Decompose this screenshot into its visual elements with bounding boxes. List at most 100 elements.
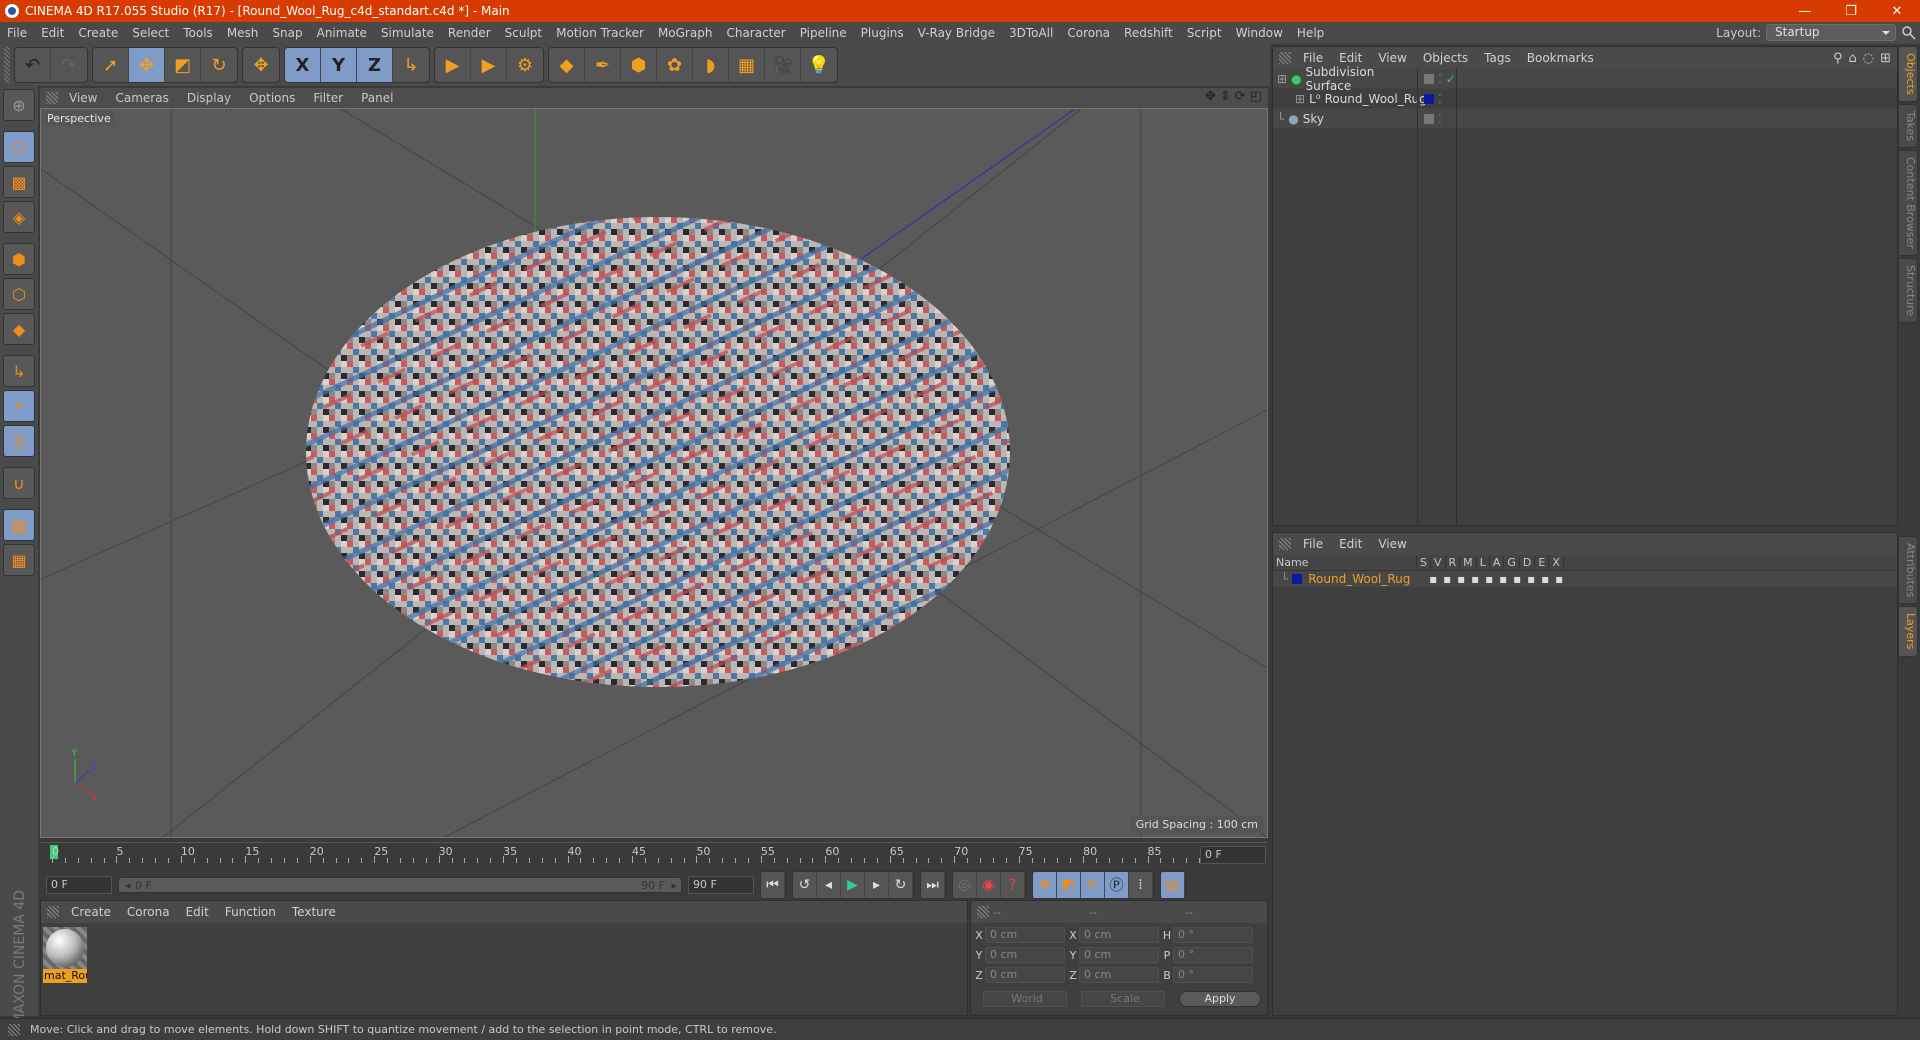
key-rotation-icon[interactable]: ↻ <box>1081 872 1105 898</box>
lock-icon[interactable]: ▪ <box>1482 572 1496 586</box>
key-parameter-icon[interactable]: Ⓟ <box>1105 872 1129 898</box>
object-row[interactable]: ⊞ L⁰ Round_Wool_Rug ⁚ <box>1273 89 1897 109</box>
scale-icon[interactable]: ◩ <box>165 48 201 82</box>
texture-mode-icon[interactable]: ▩ <box>3 166 35 198</box>
layer-column-v[interactable]: V <box>1431 556 1446 569</box>
key-scale-icon[interactable]: ◩ <box>1057 872 1081 898</box>
solo-icon[interactable]: ▪ <box>1426 572 1440 586</box>
layout-dropdown[interactable]: Startup <box>1766 24 1896 41</box>
rotate-icon[interactable]: ↻ <box>201 48 237 82</box>
polygons-mode-icon[interactable]: ◆ <box>3 313 35 345</box>
restore-button[interactable]: ❐ <box>1828 0 1874 22</box>
expand-icon[interactable]: ⊞ <box>1295 92 1305 106</box>
position-field[interactable]: 0 cm <box>985 947 1065 963</box>
menu-v-ray-bridge[interactable]: V-Ray Bridge <box>911 26 1002 40</box>
cube-icon[interactable]: ◆ <box>549 48 585 82</box>
side-tab-takes[interactable]: Takes <box>1898 103 1918 148</box>
layer-column-r[interactable]: R <box>1446 556 1461 569</box>
visibility-dots-icon[interactable]: ⁚ <box>1438 72 1442 86</box>
layer-menu-view[interactable]: View <box>1370 537 1414 551</box>
lock-workplane-icon[interactable]: ▦ <box>3 509 35 541</box>
x-axis-lock-icon[interactable]: X <box>285 48 321 82</box>
apply-button[interactable]: Apply <box>1179 991 1261 1007</box>
edges-mode-icon[interactable]: ⬡ <box>3 278 35 310</box>
next-key-icon[interactable]: ↻ <box>889 872 913 898</box>
menu-create[interactable]: Create <box>71 26 125 40</box>
toolbar-grip[interactable] <box>4 47 10 83</box>
object-menu-edit[interactable]: Edit <box>1331 51 1370 65</box>
rotation-field[interactable]: 0 ° <box>1173 947 1253 963</box>
viewport-menu-cameras[interactable]: Cameras <box>106 91 177 105</box>
object-row[interactable]: ⊞ ● Subdivision Surface ⁚ ✓ <box>1273 65 1897 93</box>
pen-icon[interactable]: ✒ <box>585 48 621 82</box>
panel-grip[interactable] <box>47 906 59 918</box>
menu-simulate[interactable]: Simulate <box>374 26 441 40</box>
live-selection-icon[interactable]: ➚ <box>93 48 129 82</box>
layer-column-l[interactable]: L <box>1477 556 1490 569</box>
search-icon[interactable]: ⚲ <box>1833 51 1843 66</box>
array-icon[interactable]: ✿ <box>657 48 693 82</box>
layer-column-a[interactable]: A <box>1490 556 1505 569</box>
timeline-ruler[interactable]: 051015202530354045505560657075808590 <box>40 842 1268 866</box>
viewport-menu-filter[interactable]: Filter <box>304 91 352 105</box>
light-icon[interactable]: 💡 <box>801 48 837 82</box>
coordinate-system-icon[interactable]: ↳ <box>393 48 429 82</box>
y-axis-lock-icon[interactable]: Y <box>321 48 357 82</box>
side-tab-content-browser[interactable]: Content Browser <box>1898 149 1918 256</box>
go-to-end-icon[interactable]: ⏭ <box>921 872 945 898</box>
object-row[interactable]: └ ● Sky ⁚ <box>1273 109 1897 129</box>
menu-animate[interactable]: Animate <box>310 26 374 40</box>
side-tab-objects[interactable]: Objects <box>1898 46 1918 102</box>
previous-frame-icon[interactable]: ◂ <box>817 872 841 898</box>
search-icon[interactable] <box>1902 26 1916 40</box>
side-tab-layers[interactable]: Layers <box>1898 606 1918 657</box>
go-to-start-icon[interactable]: ⏮ <box>761 872 785 898</box>
menu-file[interactable]: File <box>0 26 34 40</box>
menu-window[interactable]: Window <box>1229 26 1290 40</box>
rotation-field[interactable]: 0 ° <box>1173 967 1253 983</box>
panel-grip[interactable] <box>1279 538 1291 550</box>
coordinate-space-dropdown[interactable]: World <box>983 991 1067 1007</box>
editor-visibility-icon[interactable] <box>1424 74 1434 84</box>
size-field[interactable]: 0 cm <box>1079 927 1159 943</box>
3d-viewport[interactable]: Y Z X Perspective Grid Spacing : 100 cm <box>40 108 1268 838</box>
position-field[interactable]: 0 cm <box>985 927 1065 943</box>
menu-sculpt[interactable]: Sculpt <box>498 26 549 40</box>
layer-row[interactable]: └ Round_Wool_Rug ▪ ▪ ▪ ▪ ▪ ▪ ▪ ▪ ▪ ▪ <box>1273 571 1897 587</box>
expressions-icon[interactable]: ▪ <box>1538 572 1552 586</box>
render-picture-viewer-icon[interactable]: ▶ <box>471 48 507 82</box>
layer-name[interactable]: Round_Wool_Rug <box>1308 572 1426 586</box>
xref-icon[interactable]: ▪ <box>1552 572 1566 586</box>
render-settings-icon[interactable]: ⚙ <box>507 48 543 82</box>
menu-script[interactable]: Script <box>1180 26 1229 40</box>
menu-character[interactable]: Character <box>719 26 792 40</box>
autokey-icon[interactable]: ◉ <box>977 872 1001 898</box>
material-menu-create[interactable]: Create <box>63 905 119 919</box>
rotation-field[interactable]: 0 ° <box>1173 927 1253 943</box>
render-view-icon[interactable]: ▶ <box>435 48 471 82</box>
size-field[interactable]: 0 cm <box>1079 967 1159 983</box>
redo-icon[interactable]: ↷ <box>51 48 87 82</box>
editor-visibility-icon[interactable] <box>1424 114 1434 124</box>
position-field[interactable]: 0 cm <box>985 967 1065 983</box>
menu-help[interactable]: Help <box>1290 26 1331 40</box>
eye-icon[interactable]: ◌ <box>1863 51 1874 66</box>
minimize-button[interactable]: — <box>1782 0 1828 22</box>
render-icon[interactable]: ▪ <box>1454 572 1468 586</box>
menu-render[interactable]: Render <box>441 26 498 40</box>
floor-icon[interactable]: ▦ <box>729 48 765 82</box>
keyframe-selection-icon[interactable]: ? <box>1001 872 1025 898</box>
transform-icon[interactable]: ✥ <box>243 48 279 82</box>
viewport-menu-view[interactable]: View <box>60 91 106 105</box>
workplane-icon[interactable]: ◈ <box>3 201 35 233</box>
side-tab-structure[interactable]: Structure <box>1898 257 1918 323</box>
orbit-icon[interactable]: ⟳ <box>1235 89 1246 104</box>
layer-color-swatch[interactable] <box>1292 574 1303 584</box>
solo-icon[interactable]: Ⓢ <box>3 425 35 457</box>
subdivision-icon[interactable]: ⬢ <box>621 48 657 82</box>
object-menu-view[interactable]: View <box>1370 51 1414 65</box>
object-menu-file[interactable]: File <box>1295 51 1331 65</box>
menu-corona[interactable]: Corona <box>1060 26 1117 40</box>
menu-redshift[interactable]: Redshift <box>1117 26 1180 40</box>
object-menu-bookmarks[interactable]: Bookmarks <box>1519 51 1602 65</box>
